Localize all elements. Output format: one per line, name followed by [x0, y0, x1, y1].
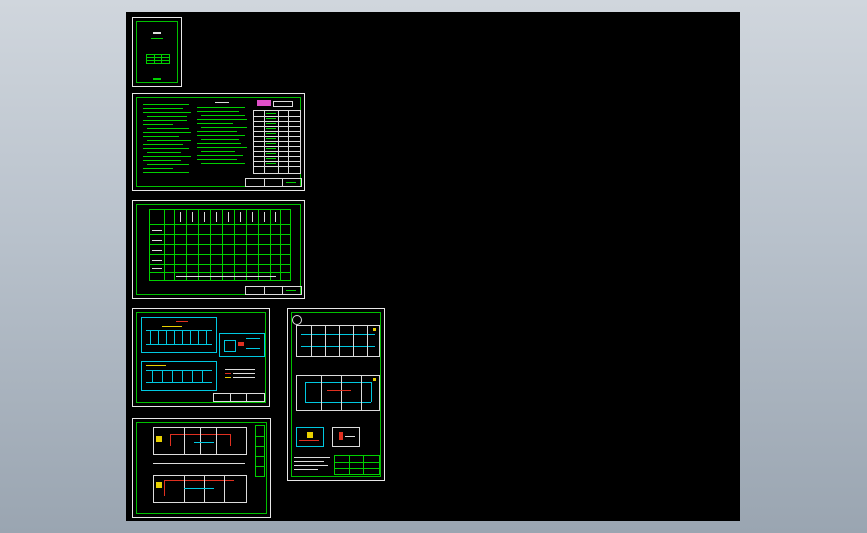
notes-title-block: [245, 178, 302, 187]
drawing-canvas[interactable]: [126, 12, 740, 521]
cover-title-mark: [153, 32, 161, 34]
notes-legend-table: [253, 100, 301, 176]
plan-a-side-title: [255, 425, 265, 477]
floor-plan-sheet-a[interactable]: [132, 418, 271, 518]
plan-b-middle-floor: [296, 375, 380, 411]
plan-b-notes: [294, 455, 334, 473]
design-notes-sheet[interactable]: [132, 93, 305, 191]
plan-a-dimension-line: [153, 463, 245, 464]
plan-b-detail-2: [332, 427, 360, 447]
plan-b-title-block: [334, 455, 380, 475]
cover-title-block: [146, 54, 170, 64]
notes-text-column-1: [143, 102, 193, 174]
plan-b-logo-mark: [292, 315, 302, 325]
sheet-frame: [136, 21, 178, 83]
plan-b-upper-floor: [296, 325, 380, 357]
schedule-table: [149, 209, 291, 281]
diagram-legend: [225, 367, 261, 381]
schedule-title-block: [245, 286, 302, 295]
diagram-side-panel: [219, 333, 265, 357]
cover-subtitle-mark: [151, 38, 163, 39]
legend-header-mark: [257, 100, 271, 106]
floor-plan-sheet-b[interactable]: [287, 308, 385, 481]
plan-a-lower-floor: [153, 475, 247, 503]
cover-stamp: [153, 78, 161, 80]
equipment-schedule-sheet[interactable]: [132, 200, 305, 299]
notes-text-column-2: [197, 102, 249, 174]
plan-a-upper-floor: [153, 427, 247, 455]
plan-b-detail-1: [296, 427, 324, 447]
cover-sheet[interactable]: [132, 17, 182, 87]
diagram-upper-panel: [141, 317, 217, 353]
system-diagram-sheet[interactable]: [132, 308, 270, 407]
diagram-title-block: [213, 393, 265, 402]
diagram-lower-panel: [141, 361, 217, 391]
